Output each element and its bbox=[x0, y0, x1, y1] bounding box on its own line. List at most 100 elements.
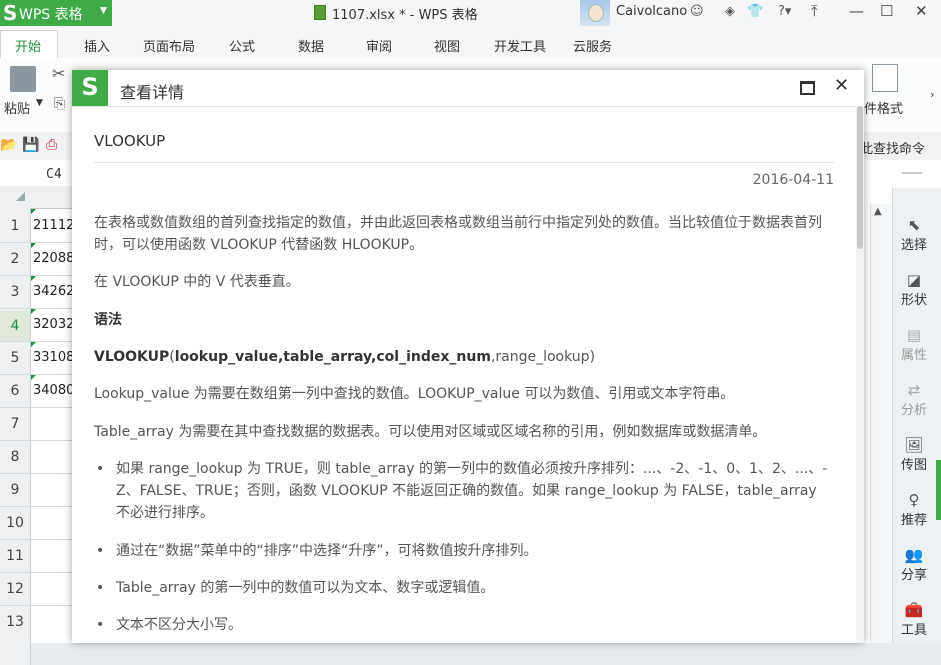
detail-dialog: S 查看详情 ✕ VLOOKUP 2016-04-11 在表格或数值数组的首列查… bbox=[72, 70, 864, 643]
row-gridline bbox=[0, 440, 72, 441]
tab-data[interactable]: 数据 bbox=[298, 36, 324, 55]
row-header-6[interactable]: 6 bbox=[0, 383, 30, 399]
tab-page-layout[interactable]: 页面布局 bbox=[143, 36, 195, 55]
row-gridline bbox=[0, 539, 72, 540]
chevron-right-icon[interactable]: › bbox=[930, 88, 934, 101]
cell-a3[interactable]: 34262 bbox=[33, 284, 74, 299]
avatar[interactable] bbox=[580, 0, 610, 26]
row-header-13[interactable]: 13 bbox=[0, 614, 30, 630]
row-gridline bbox=[0, 473, 72, 474]
pane-share-button[interactable]: 👥 分享 bbox=[894, 546, 934, 583]
emoji-icon[interactable]: ☺ bbox=[690, 4, 704, 19]
number-as-text-flag-icon bbox=[31, 209, 36, 214]
row-header-12[interactable]: 12 bbox=[0, 581, 30, 597]
cell-a4[interactable]: 32032 bbox=[33, 317, 74, 332]
save-icon[interactable]: 💾 bbox=[22, 137, 39, 153]
list-item: 通过在“数据”菜单中的“排序”中选择“升序”，可将数值按升序排列。 bbox=[96, 540, 834, 562]
name-box[interactable]: C4 bbox=[0, 162, 73, 187]
compass-icon[interactable]: ◈ bbox=[725, 4, 735, 19]
chevron-down-icon: ▼ bbox=[100, 6, 107, 16]
chevron-down-icon[interactable]: ▼ bbox=[36, 98, 43, 108]
row-header-8[interactable]: 8 bbox=[0, 449, 30, 465]
tab-view[interactable]: 视图 bbox=[434, 36, 460, 55]
tab-developer[interactable]: 开发工具 bbox=[494, 36, 546, 55]
number-as-text-flag-icon bbox=[31, 375, 36, 380]
column-header-corner[interactable] bbox=[0, 186, 72, 209]
row-header-9[interactable]: 9 bbox=[0, 482, 30, 498]
cell-a5[interactable]: 33108 bbox=[33, 350, 74, 365]
pane-tools-button[interactable]: 🧰 工具 bbox=[894, 601, 934, 638]
number-as-text-flag-icon bbox=[31, 342, 36, 347]
pane-select-button[interactable]: ⬉ 选择 bbox=[894, 216, 934, 253]
row-gridline bbox=[0, 572, 72, 573]
username[interactable]: Caivolcano bbox=[616, 4, 687, 19]
row-header-2[interactable]: 2 bbox=[0, 251, 30, 267]
properties-icon: ▤ bbox=[906, 326, 922, 344]
app-menu-button[interactable]: S WPS 表格 ▼ bbox=[0, 0, 112, 26]
row-header-1[interactable]: 1 bbox=[0, 218, 30, 234]
conditional-format-label[interactable]: 件格式 bbox=[864, 98, 903, 117]
copy-icon[interactable]: ⎘ bbox=[54, 96, 65, 112]
window-title: 1107.xlsx * - WPS 表格 bbox=[332, 8, 478, 23]
restore-ribbon-icon[interactable]: ⤒ bbox=[811, 2, 818, 20]
toolbox-icon: 🧰 bbox=[904, 601, 924, 619]
list-item: 文本不区分大小写。 bbox=[96, 614, 834, 636]
function-title: VLOOKUP bbox=[94, 132, 166, 150]
tab-review[interactable]: 审阅 bbox=[366, 36, 392, 55]
pane-recommend-button[interactable]: ♀ 推荐 bbox=[894, 491, 934, 528]
tab-cloud-services[interactable]: 云服务 bbox=[573, 36, 612, 55]
scroll-up-icon[interactable]: ▲ bbox=[874, 206, 882, 217]
syntax-heading: 语法 bbox=[94, 312, 122, 328]
cell-a2[interactable]: 22088 bbox=[33, 251, 74, 266]
close-icon[interactable]: ✕ bbox=[915, 2, 928, 20]
lookup-value-paragraph: Lookup_value 为需要在数组第一列中查找的数值。LOOKUP_valu… bbox=[94, 386, 735, 402]
row-gridline bbox=[0, 308, 72, 309]
paste-button-label[interactable]: 粘贴 bbox=[4, 98, 30, 117]
open-folder-icon[interactable]: 📂 bbox=[0, 137, 17, 153]
select-all-icon[interactable] bbox=[16, 192, 25, 201]
vertical-scrollbar[interactable] bbox=[870, 204, 891, 643]
row-header-7[interactable]: 7 bbox=[0, 416, 30, 432]
pane-analysis-button[interactable]: ⇄ 分析 bbox=[894, 381, 934, 418]
help-icon[interactable]: ?▾ bbox=[778, 4, 791, 19]
table-array-paragraph: Table_array 为需要在其中查找数据的数据表。可以使用对区域或区域名称的… bbox=[94, 424, 767, 440]
row-header-10[interactable]: 10 bbox=[0, 515, 30, 531]
tab-home[interactable]: 开始 bbox=[15, 36, 41, 55]
row-header-5[interactable]: 5 bbox=[0, 350, 30, 366]
pane-accent-bar bbox=[936, 460, 941, 520]
row-header-3[interactable]: 3 bbox=[0, 284, 30, 300]
skin-icon[interactable]: 👕 bbox=[747, 4, 763, 19]
row-gridline bbox=[0, 506, 72, 507]
image-upload-icon: 🖼 bbox=[904, 436, 924, 454]
pane-shapes-button[interactable]: ◪ 形状 bbox=[894, 271, 934, 308]
row-gridline bbox=[0, 605, 72, 606]
wps-logo-icon: S bbox=[3, 1, 18, 25]
number-as-text-flag-icon bbox=[31, 309, 36, 314]
paste-icon[interactable] bbox=[10, 66, 36, 92]
tab-insert[interactable]: 插入 bbox=[84, 36, 110, 55]
pane-upload-image-button[interactable]: 🖼 传图 bbox=[894, 436, 934, 473]
row-gridline bbox=[0, 341, 72, 342]
row-header-11[interactable]: 11 bbox=[0, 548, 30, 564]
print-preview-icon[interactable]: ⎙ bbox=[46, 137, 57, 153]
row-gridline bbox=[0, 374, 72, 375]
cell-a1[interactable]: 21112 bbox=[33, 218, 74, 233]
conditional-format-icon[interactable] bbox=[872, 64, 898, 92]
cell-a6[interactable]: 34080 bbox=[33, 383, 74, 398]
pane-grip[interactable] bbox=[902, 172, 922, 174]
maximize-icon[interactable]: ☐ bbox=[880, 2, 893, 20]
dialog-scrollbar-thumb[interactable] bbox=[857, 106, 863, 249]
number-as-text-flag-icon bbox=[31, 243, 36, 248]
dialog-header[interactable]: S 查看详情 ✕ bbox=[72, 70, 864, 107]
cut-icon[interactable]: ✂ bbox=[52, 64, 65, 83]
close-icon[interactable]: ✕ bbox=[834, 75, 849, 96]
pane-properties-button[interactable]: ▤ 属性 bbox=[894, 326, 934, 363]
find-command-label[interactable]: 此查找命令 bbox=[860, 138, 925, 157]
minimize-icon[interactable]: — bbox=[849, 2, 864, 20]
maximize-icon[interactable] bbox=[800, 81, 815, 95]
row-header-4[interactable]: 4 bbox=[0, 311, 30, 341]
tab-formulas[interactable]: 公式 bbox=[229, 36, 255, 55]
divider bbox=[94, 162, 834, 163]
row-gridline bbox=[0, 275, 72, 276]
list-item: 如果 range_lookup 为 TRUE，则 table_array 的第一… bbox=[96, 458, 834, 524]
